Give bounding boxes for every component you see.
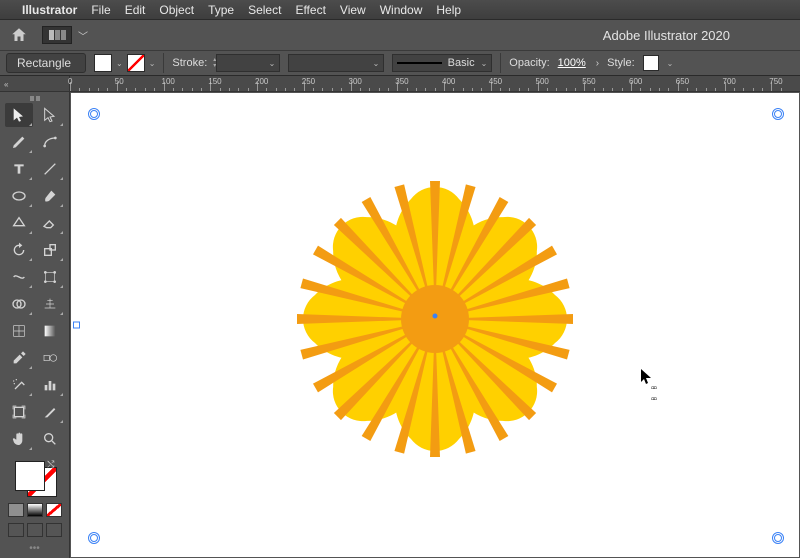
menu-app[interactable]: Illustrator xyxy=(22,3,77,17)
var-width-profile[interactable]: ⌄ xyxy=(288,54,384,72)
mesh-tool[interactable] xyxy=(5,319,33,343)
column-graph-tool[interactable] xyxy=(36,373,64,397)
menu-object[interactable]: Object xyxy=(159,3,194,17)
menu-type[interactable]: Type xyxy=(208,3,234,17)
menu-window[interactable]: Window xyxy=(380,3,423,17)
scale-tool[interactable] xyxy=(36,238,64,262)
paintbrush-tool[interactable] xyxy=(36,184,64,208)
perspective-grid-tool[interactable] xyxy=(36,292,64,316)
selection-tool[interactable] xyxy=(5,103,33,127)
stroke-swatch[interactable] xyxy=(127,54,145,72)
ellipse-tool[interactable] xyxy=(5,184,33,208)
stroke-weight-field[interactable]: ⌄ xyxy=(216,54,280,72)
curvature-tool[interactable] xyxy=(36,130,64,154)
mac-menu-bar: Illustrator File Edit Object Type Select… xyxy=(0,0,800,20)
pen-tool[interactable] xyxy=(5,130,33,154)
shape-builder-tool[interactable] xyxy=(5,292,33,316)
zoom-tool[interactable] xyxy=(36,427,64,451)
menu-select[interactable]: Select xyxy=(248,3,281,17)
style-label: Style: xyxy=(607,57,635,69)
eraser-tool[interactable] xyxy=(36,211,64,235)
selection-center-icon xyxy=(433,313,438,318)
gradient-tool[interactable] xyxy=(36,319,64,343)
type-tool[interactable] xyxy=(5,157,33,181)
arrange-documents-icon[interactable] xyxy=(42,26,72,44)
draw-mode-normal-icon[interactable] xyxy=(8,523,24,537)
width-tool[interactable] xyxy=(5,265,33,289)
swap-fill-stroke-icon[interactable]: ⤭ xyxy=(47,459,54,470)
artboard-tool[interactable] xyxy=(5,400,33,424)
style-chevron-icon[interactable]: ⌄ xyxy=(667,59,674,68)
graphic-style-swatch[interactable] xyxy=(643,55,659,71)
symbol-sprayer-tool[interactable] xyxy=(5,373,33,397)
brush-label: Basic xyxy=(448,57,475,69)
transform-badge-icon: ▫▫▫▫ xyxy=(651,383,656,405)
workspace: ⤭ ••• ▫▫▫▫ xyxy=(0,92,800,558)
opacity-label[interactable]: Opacity: xyxy=(509,57,549,69)
menu-edit[interactable]: Edit xyxy=(125,3,146,17)
stroke-chevron-icon[interactable]: ⌄ xyxy=(149,59,156,68)
blend-tool[interactable] xyxy=(36,346,64,370)
draw-normal-icon[interactable] xyxy=(8,503,24,517)
hand-tool[interactable] xyxy=(5,427,33,451)
options-bar: Rectangle ⌄ ⌄ Stroke: ▴▾ ⌄ ⌄ Basic⌄ Opac… xyxy=(0,50,800,76)
line-tool[interactable] xyxy=(36,157,64,181)
canvas[interactable]: ▫▫▫▫ xyxy=(71,93,799,557)
eyedropper-tool[interactable] xyxy=(5,346,33,370)
slice-tool[interactable] xyxy=(36,400,64,424)
fill-color-box[interactable] xyxy=(15,461,45,491)
opacity-chevron-icon[interactable]: › xyxy=(596,58,599,69)
draw-mode-inside-icon[interactable] xyxy=(46,523,62,537)
rotate-handle-tr[interactable] xyxy=(771,107,783,119)
stroke-label[interactable]: Stroke: xyxy=(172,57,207,69)
ruler-corner[interactable]: « xyxy=(0,76,70,92)
horizontal-ruler[interactable]: « 05010015020025030035040045050055060065… xyxy=(0,76,800,92)
divider xyxy=(163,53,164,73)
flower-artwork[interactable] xyxy=(285,169,585,469)
shaper-tool[interactable] xyxy=(5,211,33,235)
menu-file[interactable]: File xyxy=(91,3,110,17)
brush-definition[interactable]: Basic⌄ xyxy=(392,54,492,72)
home-icon[interactable] xyxy=(10,26,28,44)
toolbox-collapse-icon[interactable] xyxy=(30,96,40,101)
draw-none-icon[interactable] xyxy=(46,503,62,517)
fill-chevron-icon[interactable]: ⌄ xyxy=(116,59,123,68)
arrange-chevron-icon[interactable]: ﹀ xyxy=(78,28,88,43)
fill-stroke-control[interactable]: ⤭ xyxy=(13,459,57,497)
divider xyxy=(500,53,501,73)
edit-toolbar-icon[interactable]: ••• xyxy=(29,543,40,554)
menu-help[interactable]: Help xyxy=(436,3,461,17)
menu-effect[interactable]: Effect xyxy=(295,3,325,17)
opacity-value[interactable]: 100% xyxy=(558,57,586,69)
toolbox: ⤭ ••• xyxy=(0,92,70,558)
rotate-handle-tl[interactable] xyxy=(87,107,99,119)
rotate-handle-bl[interactable] xyxy=(87,531,99,543)
app-header: ﹀ Adobe Illustrator 2020 xyxy=(0,20,800,50)
selection-type[interactable]: Rectangle xyxy=(6,53,86,73)
draw-gradient-icon[interactable] xyxy=(27,503,43,517)
cursor-icon: ▫▫▫▫ xyxy=(641,369,661,393)
free-transform-tool[interactable] xyxy=(36,265,64,289)
fill-swatch[interactable] xyxy=(94,54,112,72)
app-title: Adobe Illustrator 2020 xyxy=(603,28,730,43)
resize-handle-l[interactable] xyxy=(73,322,80,329)
rotate-handle-br[interactable] xyxy=(771,531,783,543)
draw-mode-behind-icon[interactable] xyxy=(27,523,43,537)
direct-selection-tool[interactable] xyxy=(36,103,64,127)
rotate-tool[interactable] xyxy=(5,238,33,262)
menu-view[interactable]: View xyxy=(340,3,366,17)
